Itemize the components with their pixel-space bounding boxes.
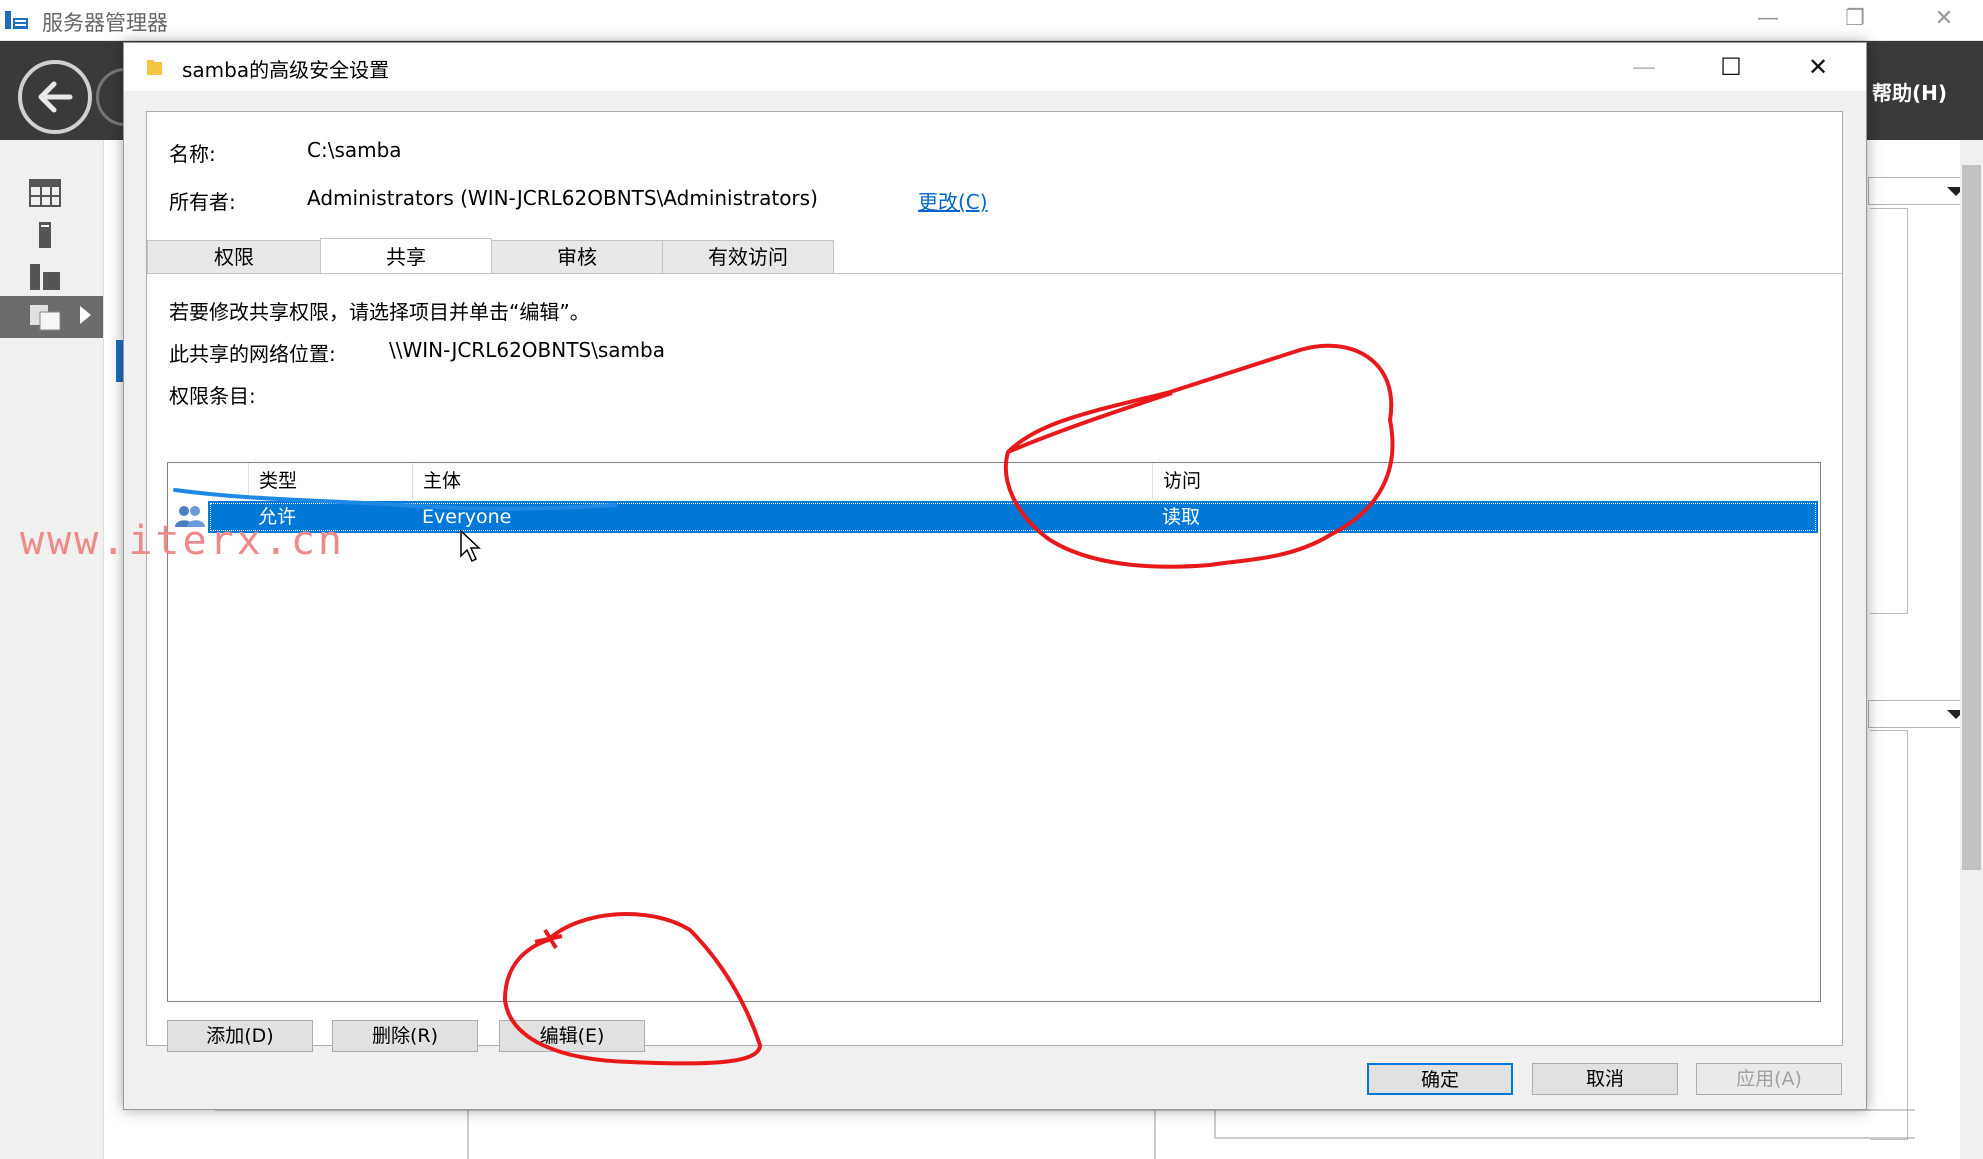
dialog-titlebar: samba的高级安全设置 — ☐ ✕ [124,43,1866,91]
dialog-minimize-icon: — [1632,53,1656,81]
server-manager-titlebar: 服务器管理器 — ❐ ✕ [0,0,1983,41]
cancel-button[interactable]: 取消 [1532,1063,1678,1095]
name-label: 名称: [169,142,216,166]
column-access[interactable]: 访问 [1152,463,1818,499]
dialog-close-icon[interactable]: ✕ [1788,43,1848,91]
close-icon[interactable]: ✕ [1924,4,1964,34]
dialog-maximize-icon[interactable]: ☐ [1701,43,1761,91]
right-panel-bottom [1870,730,1908,1140]
dashboard-icon[interactable] [28,178,62,208]
edit-button[interactable]: 编辑(E) [499,1020,645,1052]
owner-value: Administrators (WIN-JCRL62OBNTS\Administ… [307,186,818,210]
permission-entries-list[interactable]: 类型 主体 访问 允许 Everyone 读取 [167,462,1821,1002]
all-servers-icon[interactable] [28,262,62,292]
dialog-content-panel: 名称: C:\samba 所有者: Administrators (WIN-JC… [146,111,1843,1052]
change-owner-link[interactable]: 更改(C) [918,186,988,215]
tab-permissions[interactable]: 权限 [147,240,321,274]
dialog-title: samba的高级安全设置 [182,58,390,82]
list-header: 类型 主体 访问 [168,463,1820,499]
tab-share[interactable]: 共享 [320,238,492,274]
folder-icon [147,60,162,75]
owner-label: 所有者: [169,190,236,214]
app-server-manager-icon [5,11,28,29]
network-location-value: \\WIN-JCRL62OBNTS\samba [389,338,665,362]
tab-effective-access[interactable]: 有效访问 [662,240,834,274]
right-panel-top [1870,208,1908,614]
remove-button[interactable]: 删除(R) [332,1020,478,1052]
network-location-label: 此共享的网络位置: [169,342,336,366]
background-table-lines [215,1109,1915,1159]
permission-row-everyone[interactable]: 允许 Everyone 读取 [208,501,1818,533]
permission-entries-label: 权限条目: [169,384,256,408]
file-storage-icon [30,305,61,331]
restore-icon[interactable]: ❐ [1835,4,1875,34]
ok-button[interactable]: 确定 [1367,1063,1513,1095]
column-principal[interactable]: 主体 [412,463,1152,499]
tab-divider [147,273,1842,274]
tab-auditing[interactable]: 审核 [491,240,663,274]
advanced-security-dialog: samba的高级安全设置 — ☐ ✕ 名称: C:\samba 所有者: Adm… [123,42,1867,1110]
name-value: C:\samba [307,138,402,162]
back-arrow-icon [38,81,73,113]
row-access: 读取 [1162,506,1201,528]
help-menu[interactable]: 帮助(H) [1872,77,1947,106]
share-instruction: 若要修改共享权限，请选择项目并单击“编辑”。 [169,300,590,324]
scrollbar-thumb[interactable] [1962,165,1981,870]
apply-button: 应用(A) [1696,1063,1842,1095]
row-principal: Everyone [422,506,512,528]
column-type[interactable]: 类型 [248,463,412,499]
local-server-icon[interactable] [28,220,62,250]
watermark-text: www.iterx.cn [20,518,345,564]
add-button[interactable]: 添加(D) [167,1020,313,1052]
back-button[interactable] [18,60,92,134]
server-manager-sidebar [0,140,104,1159]
server-manager-title: 服务器管理器 [42,11,168,35]
chevron-right-icon [80,306,91,324]
minimize-icon[interactable]: — [1748,4,1788,34]
mouse-pointer-icon [460,530,481,563]
